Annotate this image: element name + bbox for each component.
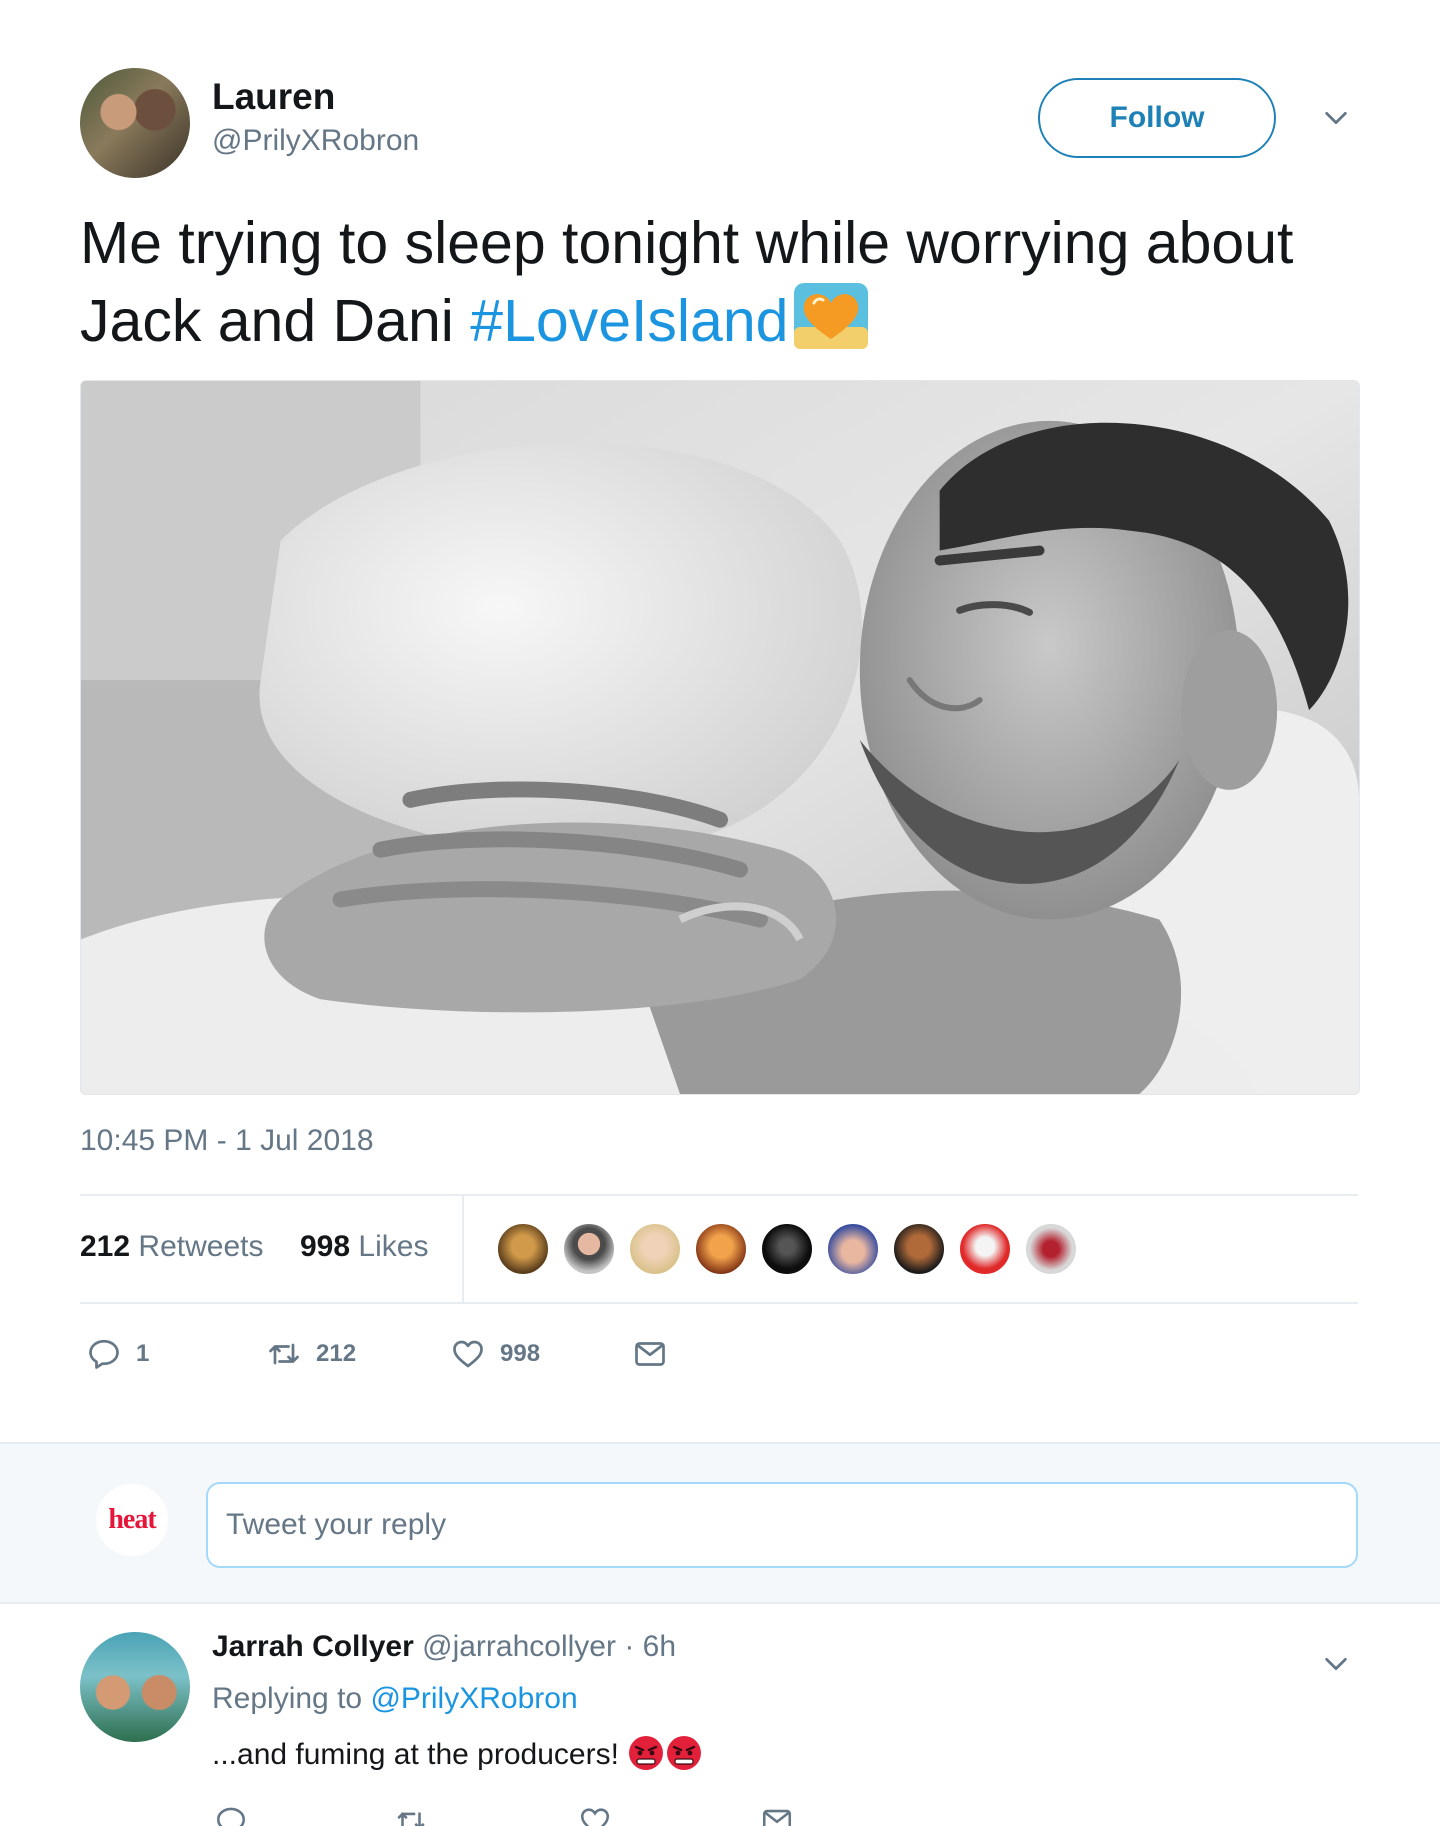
reply-author-handle[interactable]: @jarrahcollyer: [422, 1630, 616, 1663]
liker-avatar[interactable]: [1024, 1222, 1078, 1276]
like-icon[interactable]: [578, 1804, 612, 1826]
retweet-action[interactable]: 212: [266, 1336, 356, 1372]
retweets-count: 212: [80, 1230, 131, 1263]
reply-icon: [89, 1339, 119, 1369]
reply-tweet-actions: [214, 1804, 814, 1826]
direct-message-action[interactable]: [632, 1336, 668, 1372]
retweets-stat[interactable]: 212 Retweets: [80, 1230, 263, 1264]
like-icon: [453, 1340, 483, 1368]
retweet-icon: [269, 1343, 299, 1365]
tweet-timestamp[interactable]: 10:45 PM - 1 Jul 2018: [80, 1124, 374, 1158]
reply-text-body: ...and fuming at the producers!: [212, 1738, 619, 1771]
likes-label: Likes: [358, 1230, 429, 1263]
reply-input[interactable]: [206, 1482, 1358, 1568]
like-action[interactable]: 998: [450, 1336, 540, 1372]
hashtag-link[interactable]: #LoveIsland: [470, 288, 788, 354]
direct-message-icon: [635, 1342, 665, 1366]
retweet-icon[interactable]: [394, 1804, 428, 1826]
follow-button[interactable]: Follow: [1038, 78, 1276, 158]
reply-composer: heat: [0, 1442, 1440, 1604]
reply-icon[interactable]: [214, 1804, 248, 1826]
heat-logo: heat: [96, 1484, 168, 1556]
author-avatar[interactable]: [80, 68, 190, 178]
replying-to-label: Replying to: [212, 1682, 363, 1715]
divider: [80, 1302, 1358, 1304]
heart-emoji-icon: [792, 281, 870, 351]
likes-count: 998: [300, 1230, 351, 1263]
tweet-text: Me trying to sleep tonight while worryin…: [80, 206, 1340, 359]
replying-to-link[interactable]: @PrilyXRobron: [370, 1682, 577, 1715]
liker-avatar[interactable]: [496, 1222, 550, 1276]
angry-face-emoji-icon: [665, 1734, 703, 1772]
tweet-media-image[interactable]: [80, 380, 1360, 1095]
divider: [462, 1196, 464, 1302]
angry-face-emoji-icon: [627, 1734, 665, 1772]
likes-stat[interactable]: 998 Likes: [300, 1230, 428, 1264]
retweet-count: 212: [316, 1340, 357, 1367]
replying-to: Replying to @PrilyXRobron: [212, 1682, 578, 1716]
author-name[interactable]: Lauren: [212, 76, 335, 118]
divider: [80, 1194, 1358, 1196]
liker-avatar[interactable]: [562, 1222, 616, 1276]
reply-author-name[interactable]: Jarrah Collyer: [212, 1630, 414, 1663]
like-count: 998: [500, 1340, 541, 1367]
liker-avatar[interactable]: [628, 1222, 682, 1276]
reply-text: ...and fuming at the producers!: [212, 1734, 703, 1772]
liker-avatar[interactable]: [694, 1222, 748, 1276]
chevron-down-icon[interactable]: [1322, 104, 1350, 132]
likers-avatars: [496, 1222, 1078, 1276]
author-handle[interactable]: @PrilyXRobron: [212, 124, 419, 158]
tweet-card: Lauren @PrilyXRobron Follow Me trying to…: [0, 0, 1440, 1442]
direct-message-icon[interactable]: [760, 1804, 794, 1826]
liker-avatar[interactable]: [892, 1222, 946, 1276]
retweets-label: Retweets: [138, 1230, 264, 1263]
reply-time[interactable]: · 6h: [624, 1630, 676, 1663]
liker-avatar[interactable]: [826, 1222, 880, 1276]
liker-avatar[interactable]: [760, 1222, 814, 1276]
reply-count: 1: [136, 1340, 150, 1367]
tweet-actions: 1 212 998: [86, 1336, 786, 1380]
liker-avatar[interactable]: [958, 1222, 1012, 1276]
reply-header: Jarrah Collyer @jarrahcollyer · 6h: [212, 1630, 676, 1664]
reply-action[interactable]: 1: [86, 1336, 149, 1372]
chevron-down-icon[interactable]: [1322, 1650, 1350, 1678]
reply-tweet: Jarrah Collyer @jarrahcollyer · 6h Reply…: [0, 1604, 1440, 1826]
reply-author-avatar[interactable]: [80, 1632, 190, 1742]
